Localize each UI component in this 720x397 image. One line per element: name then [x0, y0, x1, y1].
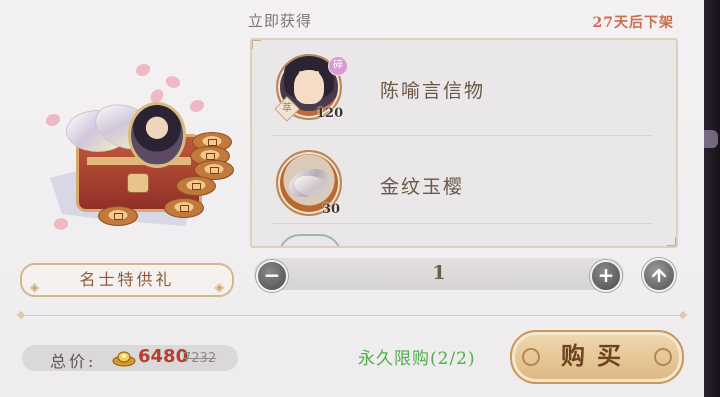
- side-edge: [704, 0, 720, 397]
- item-name: 陈喻言信物: [380, 80, 486, 102]
- reward-items-list[interactable]: 碎 萃 120 陈喻言信物 30 金纹玉樱: [250, 38, 678, 248]
- buy-button[interactable]: 购买: [510, 330, 684, 384]
- gift-name-banner: ◈ 名士特供礼 ◈: [20, 263, 234, 297]
- item-name: 金纹玉樱: [380, 176, 465, 198]
- portrait-coin-icon: [128, 102, 186, 168]
- petal-decoration: [136, 64, 150, 76]
- coin-icon: [176, 176, 216, 196]
- coin-icon: [98, 206, 138, 226]
- max-arrow-icon[interactable]: [642, 258, 676, 292]
- buy-button-label: 购买: [561, 341, 633, 370]
- petal-decoration: [163, 72, 183, 92]
- box-lock-icon: [127, 173, 149, 193]
- gift-name: 名士特供礼: [79, 270, 175, 289]
- quantity-stepper[interactable]: − 1 +: [254, 258, 624, 292]
- ornament-icon: ◈: [30, 280, 40, 294]
- list-item[interactable]: 30 金纹玉樱: [252, 136, 676, 226]
- expiry-countdown: 27天后下架: [592, 15, 674, 31]
- petal-decoration: [190, 100, 204, 112]
- purchase-limit: 永久限购(2/2): [358, 349, 476, 369]
- total-price-label: 总价:: [50, 352, 97, 371]
- gift-box-illustration: [40, 58, 240, 248]
- ornament-icon: [522, 348, 540, 366]
- original-price: 7232: [183, 351, 217, 366]
- item-count: 30: [322, 202, 341, 217]
- quantity-value: 1: [432, 262, 446, 284]
- coin-icon: [164, 198, 204, 218]
- divider: [22, 315, 682, 316]
- fragment-badge: 碎: [328, 56, 348, 76]
- row-divider: [272, 223, 652, 224]
- petal-decoration: [46, 114, 60, 126]
- petal-decoration: [52, 215, 70, 233]
- shop-gift-panel: 立即获得 27天后下架 ◈ 名士特供礼 ◈ 碎 萃 120 陈喻言信物 30 金…: [0, 0, 706, 397]
- total-price-pill: 总价: 6480 7232: [22, 345, 238, 371]
- price-value: 6480: [138, 346, 189, 367]
- item-count: 120: [316, 106, 344, 121]
- plus-icon[interactable]: +: [590, 260, 622, 292]
- list-item[interactable]: 碎 萃 120 陈喻言信物: [252, 40, 676, 130]
- gold-ingot-icon: [112, 351, 136, 367]
- ornament-icon: ◈: [214, 280, 224, 294]
- next-item-icon: [278, 234, 342, 246]
- ornament-icon: [654, 348, 672, 366]
- immediate-obtain-label: 立即获得: [248, 12, 313, 30]
